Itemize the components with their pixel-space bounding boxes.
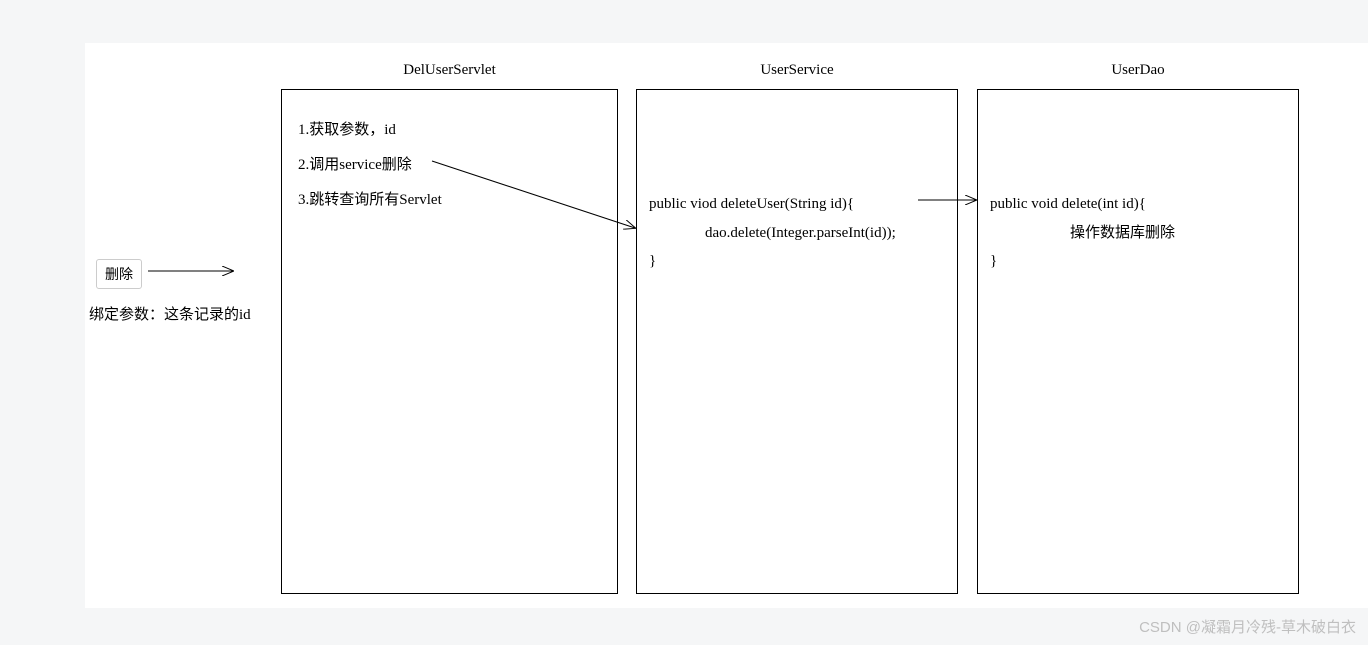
- service-title: UserService: [637, 62, 957, 79]
- dao-box: UserDao public void delete(int id){ 操作数据…: [977, 89, 1299, 594]
- service-box: UserService public viod deleteUser(Strin…: [636, 89, 958, 594]
- delete-button[interactable]: 删除: [96, 259, 142, 289]
- service-code-line-3: }: [649, 247, 947, 276]
- bind-param-label: 绑定参数：这条记录的id: [89, 303, 251, 324]
- service-code-line-2: dao.delete(Integer.parseInt(id));: [649, 219, 947, 248]
- servlet-box: DelUserServlet 1.获取参数，id 2.调用service删除 3…: [281, 89, 618, 594]
- dao-code-line-3: }: [990, 247, 1288, 276]
- servlet-step-2: 2.调用service删除: [298, 153, 601, 174]
- servlet-step-3: 3.跳转查询所有Servlet: [298, 188, 601, 209]
- service-code-line-1: public viod deleteUser(String id){: [649, 190, 947, 219]
- dao-code-line-2: 操作数据库删除: [990, 219, 1288, 248]
- servlet-step-1: 1.获取参数，id: [298, 118, 601, 139]
- watermark: CSDN @凝霜月冷残-草木破白衣: [1139, 616, 1356, 637]
- servlet-title: DelUserServlet: [282, 62, 617, 79]
- dao-title: UserDao: [978, 62, 1298, 79]
- dao-code-line-1: public void delete(int id){: [990, 190, 1288, 219]
